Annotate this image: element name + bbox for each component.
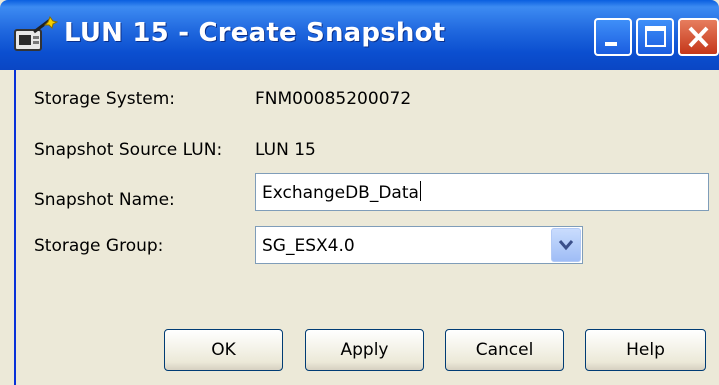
maximize-button[interactable] [636,18,674,56]
minimize-button[interactable] [594,18,632,56]
text-caret [419,181,421,201]
storage-system-label: Storage System: [34,89,176,109]
close-icon [688,26,709,48]
help-button[interactable]: Help [585,329,706,371]
title-bar[interactable]: LUN 15 - Create Snapshot [0,0,719,70]
source-lun-value: LUN 15 [255,140,316,160]
window-title: LUN 15 - Create Snapshot [64,18,446,48]
cancel-button[interactable]: Cancel [445,329,564,371]
maximize-icon [645,26,666,47]
snapshot-name-text: ExchangeDB_Data [262,183,419,203]
dropdown-button[interactable] [551,228,581,262]
storage-system-value: FNM00085200072 [255,89,412,109]
snapshot-name-label: Snapshot Name: [34,190,175,210]
chevron-down-icon [558,240,574,251]
snapshot-name-input[interactable]: ExchangeDB_Data [255,173,709,211]
create-snapshot-dialog: LUN 15 - Create Snapshot Storage System:… [0,0,719,385]
source-lun-label: Snapshot Source LUN: [34,140,223,160]
close-button[interactable] [678,18,719,56]
apply-button[interactable]: Apply [305,329,424,371]
snapshot-wand-icon [14,16,58,51]
ok-button[interactable]: OK [164,329,283,371]
storage-group-select[interactable]: SG_ESX4.0 [255,226,583,264]
storage-group-label: Storage Group: [34,236,164,256]
minimize-icon [605,42,617,46]
storage-group-selected: SG_ESX4.0 [262,236,355,256]
